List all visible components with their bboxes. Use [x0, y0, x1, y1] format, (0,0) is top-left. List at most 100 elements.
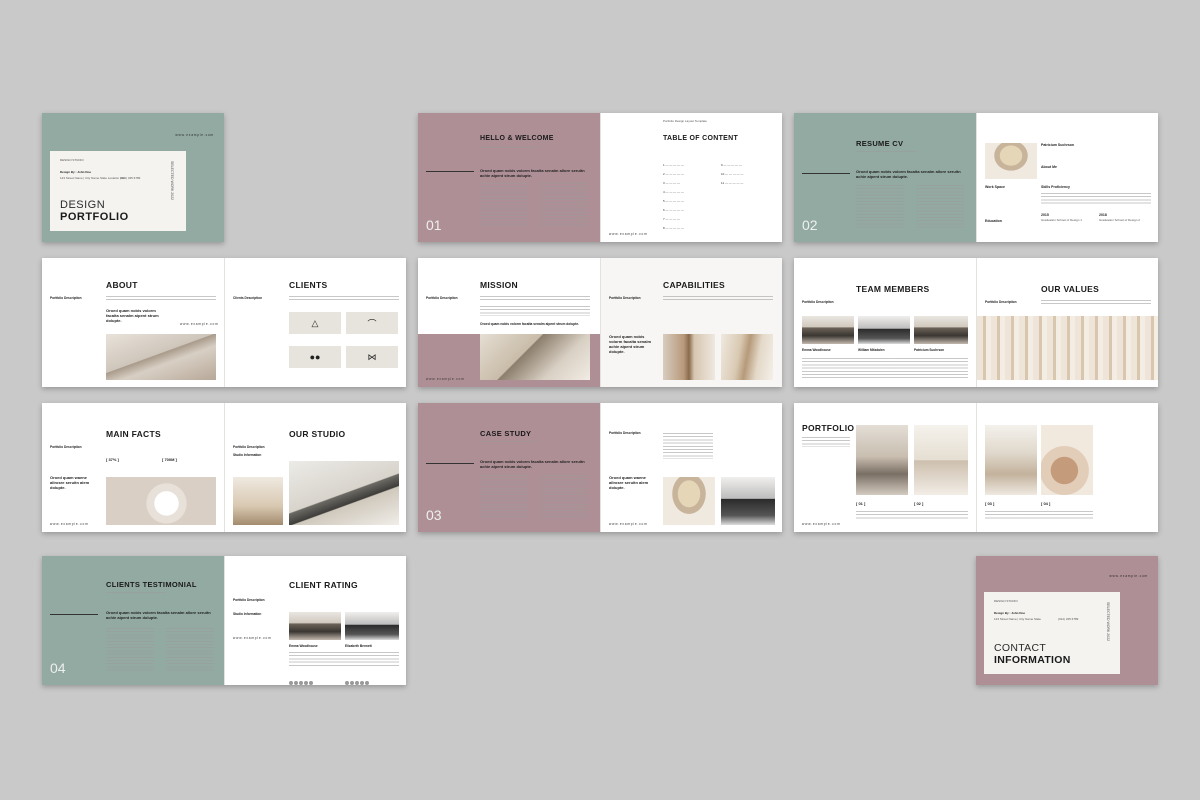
cover-card: DESIGN STUDIO Design By : John Doe 123 S… [50, 151, 186, 231]
team-title: TEAM MEMBERS [856, 284, 930, 294]
toc-item-8: 8 — — — — — [663, 226, 684, 230]
facts-text: Oroed quam waene allrosre seruitn alem d… [50, 475, 90, 490]
toc-item-6: 6 — — — — — [663, 208, 684, 212]
case-body-2 [540, 475, 588, 519]
case-url: www.example.com [609, 522, 648, 526]
toc-item-9: 9 — — — — — [721, 163, 742, 167]
mission-label: Portfolio Description [426, 296, 458, 300]
toc-page: Portfolio Design Layout Template TABLE O… [600, 113, 782, 242]
cover-title-2: PORTFOLIO [60, 211, 129, 223]
clients-subtext [289, 296, 399, 302]
hello-page: HELLO & WELCOME Oroed quam nobis volorm … [418, 113, 600, 242]
portfolio-captions-2 [985, 511, 1093, 519]
resume-year-2: 2018 [1099, 213, 1107, 217]
capabilities-photo-1 [663, 334, 715, 380]
resume-intro: Oroed quam nobis volorm facalta senalm a… [856, 169, 961, 179]
facts-page: MAIN FACTS Portfolio Description [ 37% ]… [42, 403, 224, 532]
about-page: ABOUT Portfolio Description Oroed quam n… [42, 258, 224, 387]
client-logo-1: △ [289, 312, 341, 334]
portfolio-label-4: [ 04 ] [1041, 501, 1051, 506]
testimonial-title: CLIENTS TESTIMONIAL [106, 580, 197, 589]
contact-phone: (012) 345 6789 [1058, 617, 1079, 621]
portfolio-label-3: [ 03 ] [985, 501, 995, 506]
mission-photo [480, 334, 590, 380]
case-photo-1 [663, 477, 715, 525]
resume-name: Patricium Suchrson [1041, 143, 1075, 147]
case-intro: Oroed quam nobis volorm facalta senalm a… [480, 459, 585, 469]
studio-label: Portfolio Description [233, 445, 265, 449]
contact-design-by: Design By : John Doe [994, 611, 1026, 615]
case-body [480, 475, 528, 519]
about-text: Oroed quam nobis volorm facalta senalm a… [106, 308, 159, 323]
team-member-3: Patricium Suchrson [914, 348, 945, 352]
cover-title-1: DESIGN [60, 199, 106, 211]
resume-subtext [856, 151, 916, 154]
resume-rule [802, 173, 850, 174]
rating-dots-1 [289, 672, 314, 685]
toc-item-7: 7 — — — — [663, 217, 681, 221]
capabilities-text: Oroed quam nobis volorm facalta senalm a… [609, 334, 652, 354]
contact-card: DESIGN STUDIO Design By : John Doe 123 S… [984, 592, 1120, 674]
cover-side-text: SELECTED WORK 2022 [170, 161, 175, 201]
mission-bullets [480, 306, 590, 316]
client-logo-3: ●● [289, 346, 341, 368]
portfolio-page-right: [ 03 ] [ 04 ] [976, 403, 1158, 532]
facts-spread: MAIN FACTS Portfolio Description [ 37% ]… [42, 403, 406, 532]
facts-stat-2: [ 700M ] [162, 457, 177, 462]
resume-photo [985, 143, 1037, 179]
resume-spread: RESUME CV Oroed quam nobis volorm facalt… [794, 113, 1158, 242]
resume-body [856, 185, 904, 229]
portfolio-photo-1 [856, 425, 908, 495]
team-label: Portfolio Description [802, 300, 834, 304]
capabilities-label: Portfolio Description [609, 296, 641, 300]
rating-url: www.example.com [233, 636, 272, 640]
about-photo [106, 334, 216, 380]
capabilities-subtext [663, 296, 773, 302]
rating-dots-2 [345, 672, 370, 685]
facts-stat-1: [ 37% ] [106, 457, 119, 462]
case-page-left: CASE STUDY Oroed quam nobis volorm facal… [418, 403, 600, 532]
testimonial-spread: CLIENTS TESTIMONIAL Oroed quam nobis vol… [42, 556, 406, 685]
mission-text: Oroed quam nobis volorm facalta senalm a… [480, 322, 580, 326]
hello-rule [426, 171, 474, 172]
contact-address: 123 Street Name | City Name State [994, 617, 1041, 621]
case-label: Portfolio Description [609, 431, 641, 435]
resume-skill-lines [1041, 193, 1151, 205]
rating-photo-2 [345, 612, 399, 640]
case-num: 03 [426, 507, 442, 523]
portfolio-photo-4 [1041, 425, 1093, 495]
case-subtext [480, 441, 540, 444]
toc-title: TABLE OF CONTENT [663, 135, 739, 142]
hello-body-2 [540, 183, 588, 228]
rating-name-1: Emma Woodhouse [289, 644, 318, 648]
case-text: Oroed quam waene allrosre seruitn alem d… [609, 475, 649, 490]
facts-url: www.example.com [50, 522, 89, 526]
case-page-right: Portfolio Description Oroed quam waene a… [600, 403, 782, 532]
resume-year-1: 2015 [1041, 213, 1049, 217]
team-member-2: William Mitzdalen [858, 348, 885, 352]
team-spread: TEAM MEMBERS Portfolio Description Emma … [794, 258, 1158, 387]
case-spread: CASE STUDY Oroed quam nobis volorm facal… [418, 403, 782, 532]
mission-page: MISSION Portfolio Description Oroed quam… [418, 258, 600, 387]
rating-info: Studio Information [233, 612, 262, 616]
portfolio-page-left: PORTFOLIO [ 01 ] [ 02 ] www.example.com [794, 403, 976, 532]
team-bios [802, 358, 968, 378]
resume-about: About Me [1041, 165, 1057, 169]
testimonial-page: CLIENTS TESTIMONIAL Oroed quam nobis vol… [42, 556, 224, 685]
studio-photo-1 [233, 477, 283, 525]
team-page: TEAM MEMBERS Portfolio Description Emma … [794, 258, 976, 387]
hello-intro: Oroed quam nobis volorm facalta senalm a… [480, 168, 585, 178]
toc-item-5: 5 — — — — — [663, 199, 684, 203]
toc-item-10: 10 — — — — — [721, 172, 744, 176]
values-page: OUR VALUES Portfolio Description [976, 258, 1158, 387]
toc-url: www.example.com [609, 232, 648, 236]
case-photo-2 [721, 477, 775, 525]
cover-url: www.example.com [175, 133, 214, 137]
clients-page: CLIENTS Clients Description △ ⌒ ●● ⋈ [224, 258, 406, 387]
portfolio-subtext [802, 437, 850, 447]
cover-address: 123 Street Name | City Name State Locati… [60, 176, 125, 180]
facts-title: MAIN FACTS [106, 429, 161, 439]
rating-name-2: Elizabeth Bennett [345, 644, 372, 648]
resume-num: 02 [802, 217, 818, 233]
rating-label: Portfolio Description [233, 598, 265, 602]
